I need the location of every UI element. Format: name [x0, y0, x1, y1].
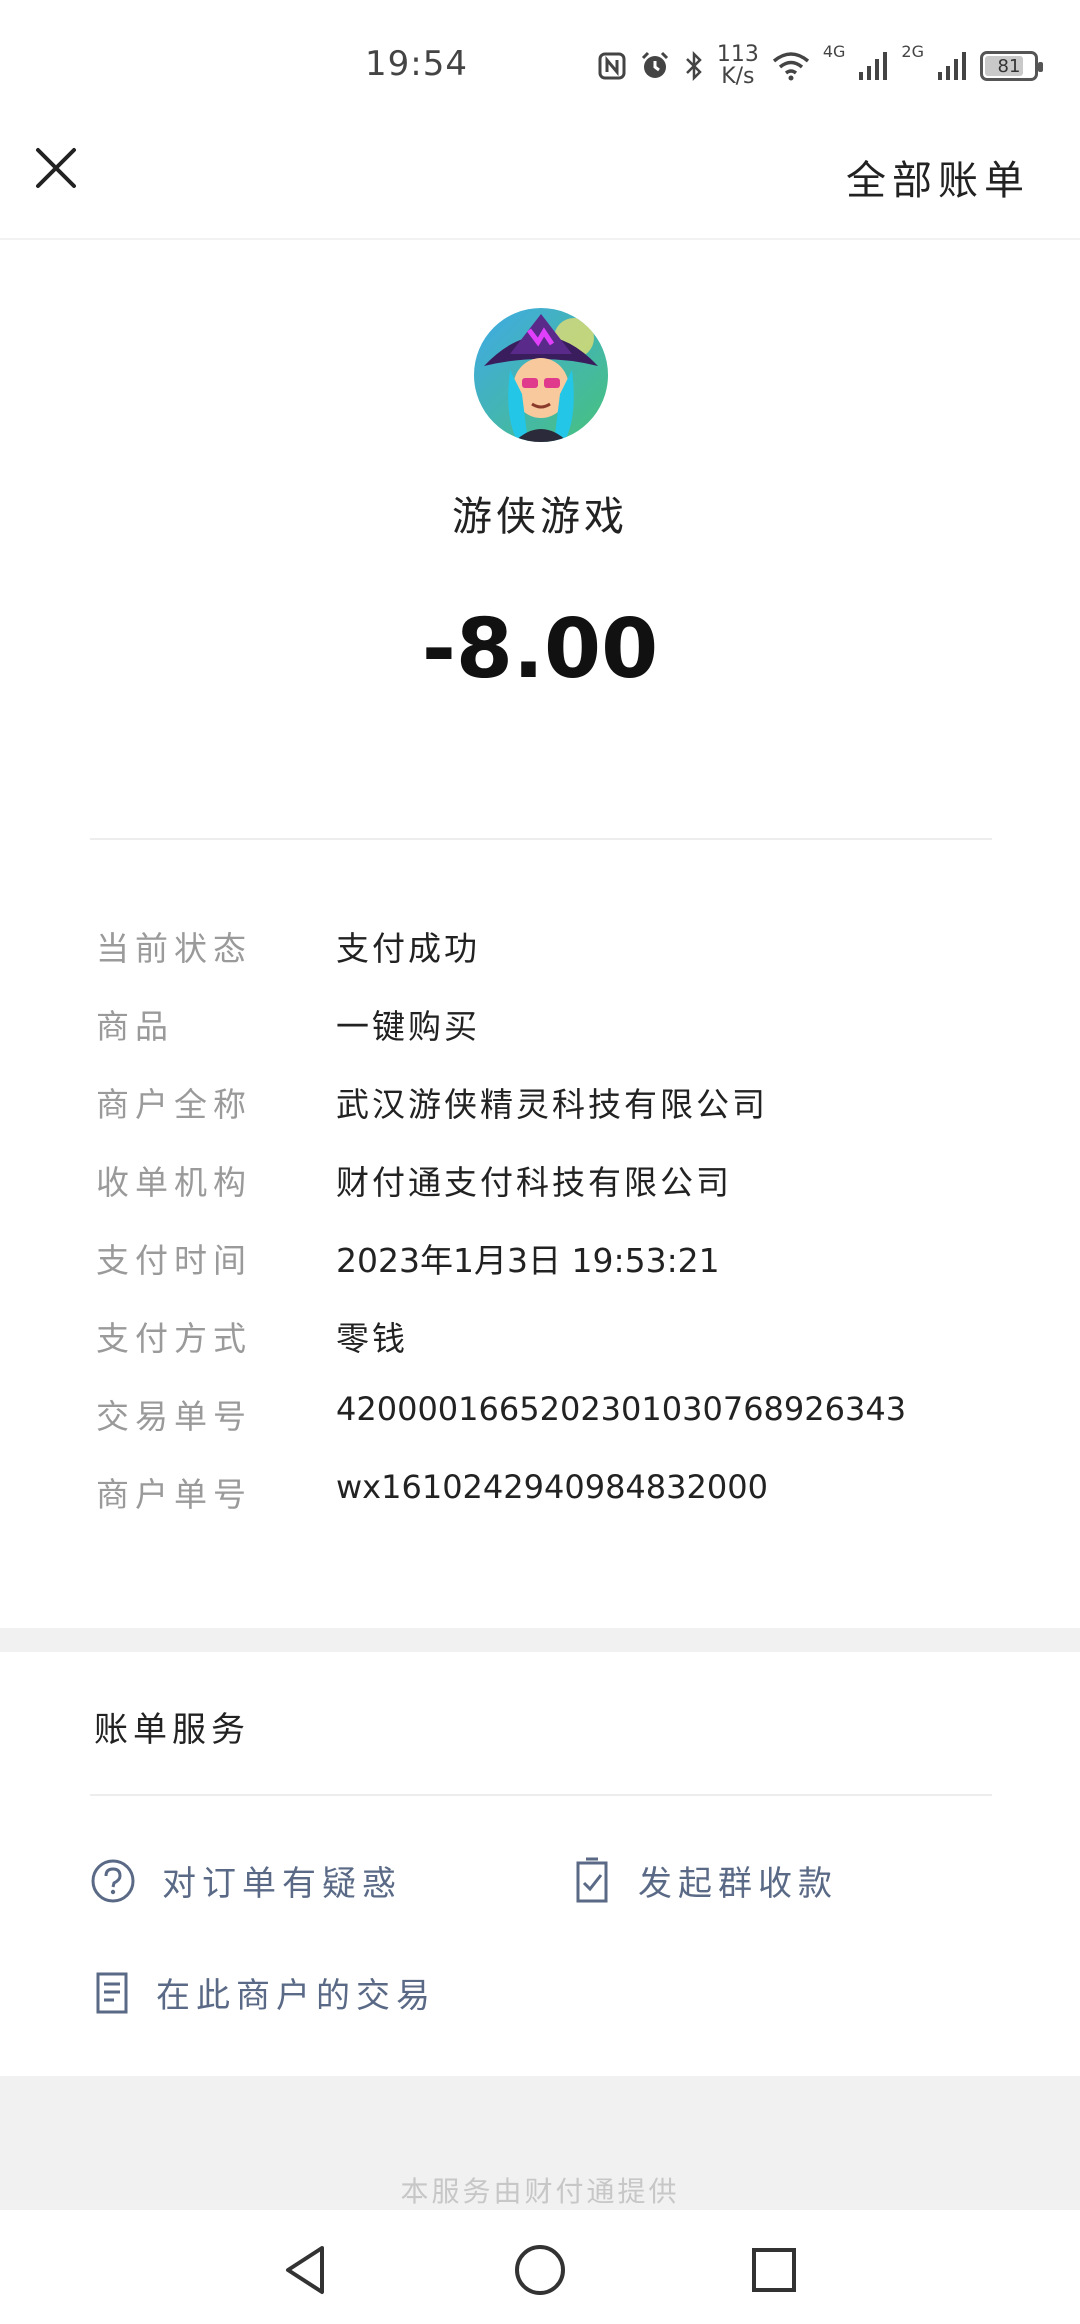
detail-value: 财付通支付科技有限公司 — [336, 1163, 732, 1202]
alarm-icon — [641, 51, 668, 78]
detail-row-merchant-order-id: 商户单号 wx1610242940984832000 — [0, 1468, 1080, 1528]
detail-row-pay-time: 支付时间 2023年1月3日 19:53:21 — [0, 1234, 1080, 1294]
merchant-transactions-button[interactable]: 在此商户的交易 — [94, 1968, 436, 2017]
recents-square-icon — [752, 2248, 796, 2292]
signal-1-label: 4G — [822, 42, 846, 61]
services-divider — [90, 1794, 992, 1796]
services-title: 账单服务 — [94, 1710, 250, 1750]
section-separator — [0, 1628, 1080, 1652]
detail-label: 商户全称 — [96, 1085, 252, 1124]
network-speed-unit: K/s — [721, 64, 755, 89]
status-time: 19:54 — [365, 44, 468, 84]
detail-label: 收单机构 — [96, 1163, 252, 1202]
wifi-icon — [772, 52, 809, 81]
detail-row-pay-method: 支付方式 零钱 — [0, 1312, 1080, 1372]
detail-label: 当前状态 — [96, 929, 252, 968]
merchant-name: 游侠游戏 — [452, 494, 628, 540]
close-button[interactable] — [30, 142, 82, 194]
signal-2-label: 2G — [901, 42, 924, 61]
detail-label: 交易单号 — [96, 1397, 252, 1436]
question-circle-icon — [91, 1859, 135, 1902]
bluetooth-icon — [685, 50, 702, 82]
detail-label: 商品 — [96, 1007, 174, 1046]
detail-value: 武汉游侠精灵科技有限公司 — [336, 1085, 768, 1124]
all-bills-link[interactable]: 全部账单 — [846, 148, 1030, 206]
signal-bars-2-icon — [938, 52, 966, 80]
payment-amount: -8.00 — [421, 602, 659, 697]
nav-divider — [0, 238, 1080, 240]
group-collect-button[interactable]: 发起群收款 — [572, 1856, 838, 1905]
battery-level: 81 — [997, 55, 1021, 77]
detail-label: 支付方式 — [96, 1319, 252, 1358]
nfc-icon — [598, 52, 626, 80]
signal-bars-icon — [859, 52, 888, 80]
amount-divider — [90, 838, 992, 840]
status-bar: 19:54 113 K/s 4G 2G 81 — [0, 0, 1080, 132]
merchant-transactions-label: 在此商户的交易 — [156, 1976, 436, 2016]
back-button[interactable] — [276, 2240, 336, 2300]
close-icon — [36, 148, 76, 188]
detail-value[interactable]: wx1610242940984832000 — [336, 1468, 768, 1506]
detail-value: 一键购买 — [336, 1007, 480, 1046]
detail-label: 商户单号 — [96, 1475, 252, 1514]
detail-label: 支付时间 — [96, 1241, 252, 1280]
detail-row-acquirer: 收单机构 财付通支付科技有限公司 — [0, 1156, 1080, 1216]
back-triangle-icon — [286, 2246, 324, 2294]
group-collect-label: 发起群收款 — [638, 1864, 838, 1904]
detail-row-status: 当前状态 支付成功 — [0, 922, 1080, 982]
order-query-button[interactable]: 对订单有疑惑 — [90, 1856, 402, 1905]
merchant-avatar — [474, 308, 608, 442]
home-button[interactable] — [510, 2240, 570, 2300]
detail-value: 零钱 — [336, 1319, 408, 1358]
detail-value: 支付成功 — [336, 929, 480, 968]
order-query-label: 对订单有疑惑 — [162, 1864, 402, 1904]
battery-icon: 81 — [980, 51, 1043, 81]
detail-value: 2023年1月3日 19:53:21 — [336, 1241, 720, 1280]
clipboard-check-icon — [576, 1857, 608, 1902]
network-speed: 113 K/s — [717, 44, 759, 88]
status-icons: 113 K/s 4G 2G 81 — [597, 42, 1043, 90]
detail-value[interactable]: 4200001665202301030768926343 — [336, 1390, 906, 1428]
network-speed-value: 113 — [716, 42, 759, 67]
detail-row-product: 商品 一键购买 — [0, 1000, 1080, 1060]
detail-row-transaction-id: 交易单号 4200001665202301030768926343 — [0, 1390, 1080, 1450]
recents-button[interactable] — [744, 2240, 804, 2300]
document-icon — [96, 1972, 128, 2013]
home-circle-icon — [515, 2245, 565, 2295]
provider-text: 本服务由财付通提供 — [400, 2175, 680, 2208]
detail-row-merchant: 商户全称 武汉游侠精灵科技有限公司 — [0, 1078, 1080, 1138]
system-navigation-bar — [0, 2210, 1080, 2324]
